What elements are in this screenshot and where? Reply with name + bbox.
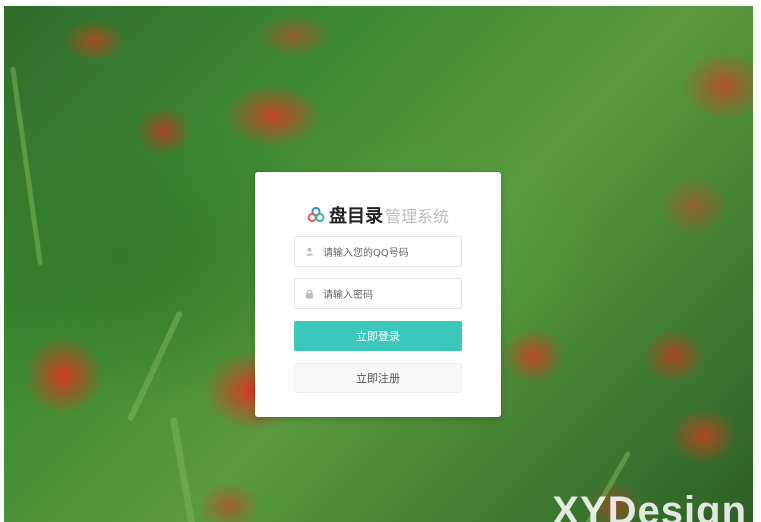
brand-subtitle: 管理系统 [384,207,449,226]
password-input-placeholder: 请输入密码 [323,290,373,301]
password-input[interactable]: 请输入密码 [294,278,462,309]
brand-name: 盘目录 [328,206,383,227]
user-icon [295,247,323,256]
stem-decoration [169,416,196,522]
stem-decoration [10,66,43,266]
login-card: 盘目录 管理系统 请输入您的QQ号码 请输入密码 立即登录 立即注册 [255,172,501,417]
qq-number-input[interactable]: 请输入您的QQ号码 [294,236,462,267]
login-button[interactable]: 立即登录 [294,321,462,351]
register-button[interactable]: 立即注册 [294,363,462,393]
watermark: XYDesign [552,489,747,522]
qq-input-placeholder: 请输入您的QQ号码 [323,248,409,259]
page-frame: XYDesign 盘目录 管理系统 请输入您的QQ号码 请输入密码 立即登录 立… [0,0,761,522]
lock-icon [295,289,323,299]
three-circles-logo-icon [307,206,325,223]
brand-header: 盘目录 管理系统 [255,202,501,228]
stem-decoration [126,310,184,422]
